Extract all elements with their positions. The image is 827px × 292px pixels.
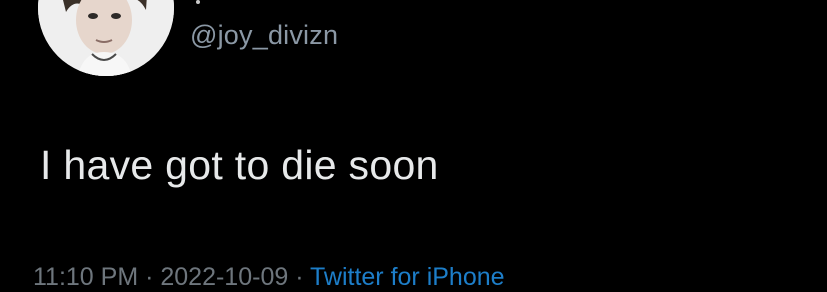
tweet-timestamp[interactable]: 11:10 PM · 2022-10-09 ·: [33, 263, 310, 291]
tweet-text: I have got to die soon: [40, 142, 439, 188]
tweet-card: @joy_divizn I have got to die soon 11:10…: [0, 0, 827, 291]
tweet-meta: 11:10 PM · 2022-10-09 · Twitter for iPho…: [33, 262, 505, 292]
separator-dot: [196, 0, 200, 4]
user-handle[interactable]: @joy_divizn: [190, 18, 338, 52]
tweet-source-link[interactable]: Twitter for iPhone: [310, 263, 505, 291]
avatar[interactable]: [38, 0, 174, 76]
avatar-image: [38, 0, 174, 76]
